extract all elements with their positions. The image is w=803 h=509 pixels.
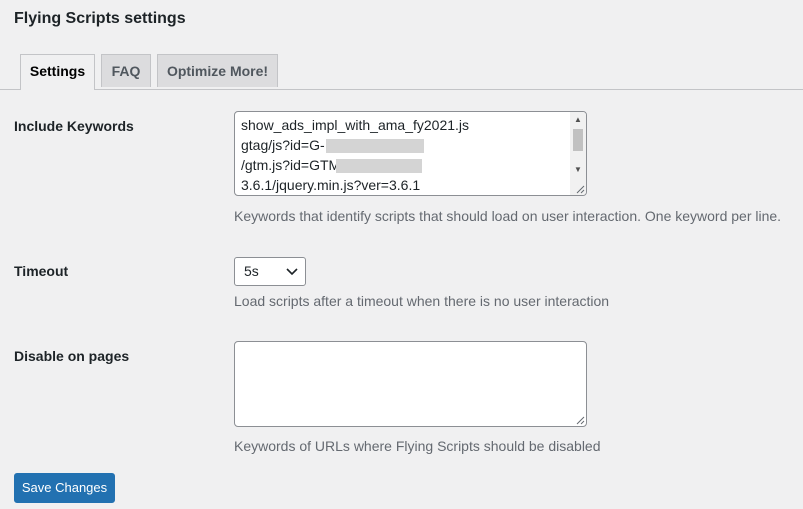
- include-keywords-textarea[interactable]: show_ads_impl_with_ama_fy2021.js gtag/js…: [234, 111, 587, 196]
- include-keywords-description: Keywords that identify scripts that shou…: [234, 208, 782, 224]
- scroll-thumb[interactable]: [573, 129, 583, 151]
- disable-on-pages-label: Disable on pages: [14, 348, 130, 364]
- keyword-line: show_ads_impl_with_ama_fy2021.js: [241, 117, 470, 133]
- nav-tabs: Settings FAQ Optimize More!: [0, 54, 803, 90]
- keyword-line: 3.6.1/jquery.min.js?ver=3.6.1: [241, 177, 421, 193]
- textarea-scrollbar[interactable]: ▲ ▼: [570, 112, 586, 195]
- timeout-selected-value: 5s: [244, 263, 259, 279]
- chevron-down-icon: [286, 268, 298, 276]
- timeout-select[interactable]: 5s: [234, 257, 306, 286]
- timeout-description: Load scripts after a timeout when there …: [234, 293, 610, 309]
- tab-settings[interactable]: Settings: [20, 54, 95, 90]
- resize-grip-icon[interactable]: [575, 184, 585, 194]
- keyword-line: /gtm.js?id=GTM: [241, 157, 341, 173]
- resize-grip-icon[interactable]: [575, 415, 585, 425]
- scroll-up-arrow-icon[interactable]: ▲: [570, 113, 586, 127]
- tab-faq[interactable]: FAQ: [101, 54, 151, 87]
- redacted-block: [326, 139, 424, 153]
- disable-on-pages-description: Keywords of URLs where Flying Scripts sh…: [234, 438, 601, 454]
- save-changes-button[interactable]: Save Changes: [14, 473, 115, 503]
- timeout-label: Timeout: [14, 263, 69, 279]
- keyword-line: gtag/js?id=G-: [241, 137, 325, 153]
- tab-optimize-more[interactable]: Optimize More!: [157, 54, 278, 87]
- scroll-down-arrow-icon[interactable]: ▼: [570, 163, 586, 177]
- include-keywords-label: Include Keywords: [14, 118, 134, 134]
- page-title: Flying Scripts settings: [14, 10, 186, 27]
- disable-on-pages-textarea[interactable]: [234, 341, 587, 427]
- redacted-block: [336, 159, 422, 173]
